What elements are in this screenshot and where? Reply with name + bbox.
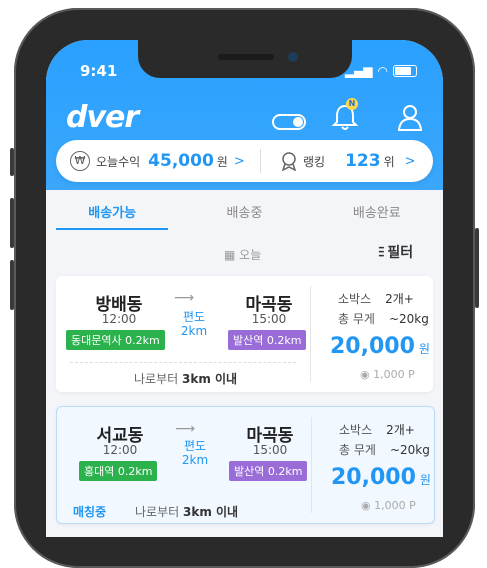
- filter-button[interactable]: ⫶⫶⫶ 필터: [378, 242, 413, 262]
- battery-icon: [393, 65, 417, 77]
- origin-time: 12:00: [101, 312, 137, 326]
- divider: [310, 286, 311, 382]
- price: 20,000 원: [330, 334, 430, 359]
- medal-icon: [281, 152, 297, 171]
- route-info: 편도 2km: [174, 310, 214, 338]
- filter-label: 필터: [387, 245, 414, 261]
- earnings-summary[interactable]: ₩ 오늘수익 45,000 원 >: [56, 151, 260, 171]
- filter-row: ▦ 오늘 ⫶⫶⫶ 필터: [46, 236, 443, 268]
- price-value: 20,000: [331, 465, 416, 490]
- near-value: 3km 이내: [182, 372, 238, 386]
- points-value: 1,000 P: [374, 499, 416, 512]
- wifi-icon: ◠: [377, 64, 388, 78]
- stats-bar: ₩ 오늘수익 45,000 원 > 랭킹 123 위 >: [56, 140, 433, 182]
- distance-from-me: 나로부터 3km 이내: [135, 503, 238, 520]
- ranking-value: 123: [345, 151, 381, 171]
- points: ◉ 1,000 P: [361, 499, 416, 512]
- near-label: 나로부터: [134, 372, 179, 386]
- user-icon[interactable]: [396, 102, 424, 132]
- point-coin-icon: ◉: [361, 499, 371, 512]
- price-unit: 원: [419, 473, 431, 487]
- distance-from-me: 나로부터 3km 이내: [134, 370, 237, 387]
- status-icons: ▂▄▆ ◠: [345, 64, 417, 78]
- route-distance: 2km: [180, 324, 208, 338]
- delivery-card[interactable]: 서교동 12:00 홍대역 0.2km ⟶ 편도 2km 마곡동 15:00 발…: [56, 406, 435, 524]
- ranking-summary[interactable]: 랭킹 123 위 >: [261, 151, 416, 171]
- notification-badge-icon: N: [346, 98, 358, 110]
- delivery-tabs: 배송가능 배송중 배송완료: [46, 190, 443, 230]
- power-button: [475, 228, 479, 308]
- price-unit: 원: [418, 342, 430, 356]
- route-info: 편도 2km: [175, 439, 215, 467]
- tab-available[interactable]: 배송가능: [46, 190, 178, 230]
- price-value: 20,000: [330, 334, 415, 359]
- box-info: 소박스 2개+: [338, 292, 414, 306]
- destination-time: 15:00: [251, 312, 287, 326]
- price: 20,000 원: [331, 465, 431, 490]
- point-coin-icon: ◉: [360, 368, 370, 381]
- delivery-card[interactable]: 방배동 12:00 동대문역사 0.2km ⟶ 편도 2km 마곡동 15:00…: [56, 276, 433, 392]
- origin-station-tag: 동대문역사 0.2km: [66, 330, 165, 350]
- route-distance: 2km: [181, 453, 209, 467]
- earnings-label: 오늘수익: [96, 154, 141, 169]
- destination-time: 15:00: [252, 443, 288, 457]
- earnings-unit: 원: [216, 154, 228, 169]
- chevron-right-icon: >: [233, 153, 245, 169]
- sliders-icon: ⫶⫶⫶: [378, 245, 384, 261]
- ranking-unit: 위: [383, 154, 395, 169]
- divider: [70, 362, 296, 363]
- notch: [138, 40, 352, 78]
- calendar-icon: ▦: [224, 248, 236, 262]
- origin-time: 12:00: [102, 443, 138, 457]
- signal-icon: ▂▄▆: [344, 64, 373, 78]
- points: ◉ 1,000 P: [360, 368, 415, 381]
- route-type: 편도: [182, 310, 206, 324]
- near-value: 3km 이내: [183, 505, 239, 519]
- status-time: 9:41: [80, 62, 118, 80]
- weight-info: 총 무게 ~20kg: [339, 443, 430, 457]
- destination-station-tag: 발산역 0.2km: [229, 461, 308, 481]
- destination-station-tag: 발산역 0.2km: [228, 330, 307, 350]
- status-badge: 매칭중: [73, 505, 107, 519]
- arrow-right-icon: ⟶: [174, 290, 195, 306]
- app-screen: 9:41 ▂▄▆ ◠ dver N ₩ 오늘수익 45,000 원 > 랭킹 1…: [46, 40, 443, 537]
- tab-in-delivery[interactable]: 배송중: [178, 190, 310, 230]
- points-value: 1,000 P: [373, 368, 415, 381]
- app-logo: dver: [66, 100, 139, 135]
- earnings-value: 45,000: [148, 151, 214, 171]
- ranking-label: 랭킹: [303, 154, 326, 169]
- origin-station-tag: 홍대역 0.2km: [79, 461, 158, 481]
- date-selector[interactable]: ▦ 오늘: [224, 246, 261, 263]
- won-coin-icon: ₩: [70, 151, 90, 171]
- divider: [311, 417, 312, 513]
- near-label: 나로부터: [135, 505, 180, 519]
- online-toggle[interactable]: [272, 114, 306, 130]
- route-type: 편도: [183, 439, 207, 453]
- volume-down-button: [10, 260, 14, 310]
- weight-info: 총 무게 ~20kg: [338, 312, 429, 326]
- speaker: [218, 54, 274, 60]
- tab-completed[interactable]: 배송완료: [311, 190, 443, 230]
- date-label: 오늘: [239, 248, 262, 262]
- mute-switch: [10, 148, 14, 176]
- box-info: 소박스 2개+: [339, 423, 415, 437]
- camera: [288, 52, 298, 62]
- arrow-right-icon: ⟶: [175, 421, 196, 437]
- volume-up-button: [10, 198, 14, 248]
- chevron-right-icon: >: [404, 153, 416, 169]
